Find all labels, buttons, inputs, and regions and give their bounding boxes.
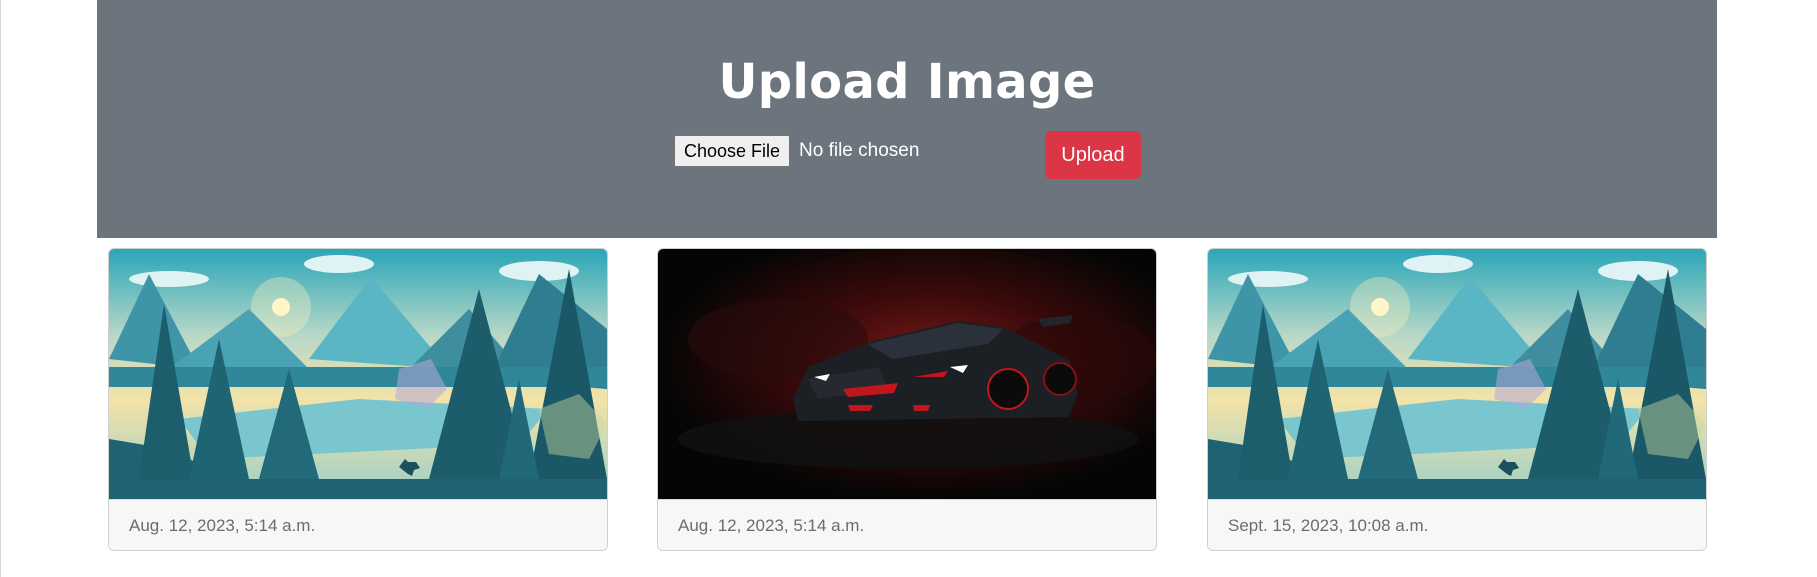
upload-date: Aug. 12, 2023, 5:14 a.m. — [109, 499, 607, 550]
upload-button[interactable]: Upload — [1045, 131, 1141, 179]
image-card: Aug. 12, 2023, 5:14 a.m. — [657, 248, 1157, 551]
file-status-text: No file chosen — [799, 140, 920, 161]
landscape-image[interactable] — [1208, 249, 1706, 499]
choose-file-button[interactable]: Choose File — [674, 135, 790, 167]
image-card: Sept. 15, 2023, 10:08 a.m. — [1207, 248, 1707, 551]
upload-date: Aug. 12, 2023, 5:14 a.m. — [658, 499, 1156, 550]
page-title: Upload Image — [718, 54, 1096, 110]
sports-car-image[interactable] — [658, 249, 1156, 499]
upload-header: Upload Image Choose File No file chosen … — [97, 0, 1717, 238]
page-left-border — [0, 0, 1, 577]
image-card: Aug. 12, 2023, 5:14 a.m. — [108, 248, 608, 551]
landscape-image[interactable] — [109, 249, 607, 499]
upload-date: Sept. 15, 2023, 10:08 a.m. — [1208, 499, 1706, 550]
